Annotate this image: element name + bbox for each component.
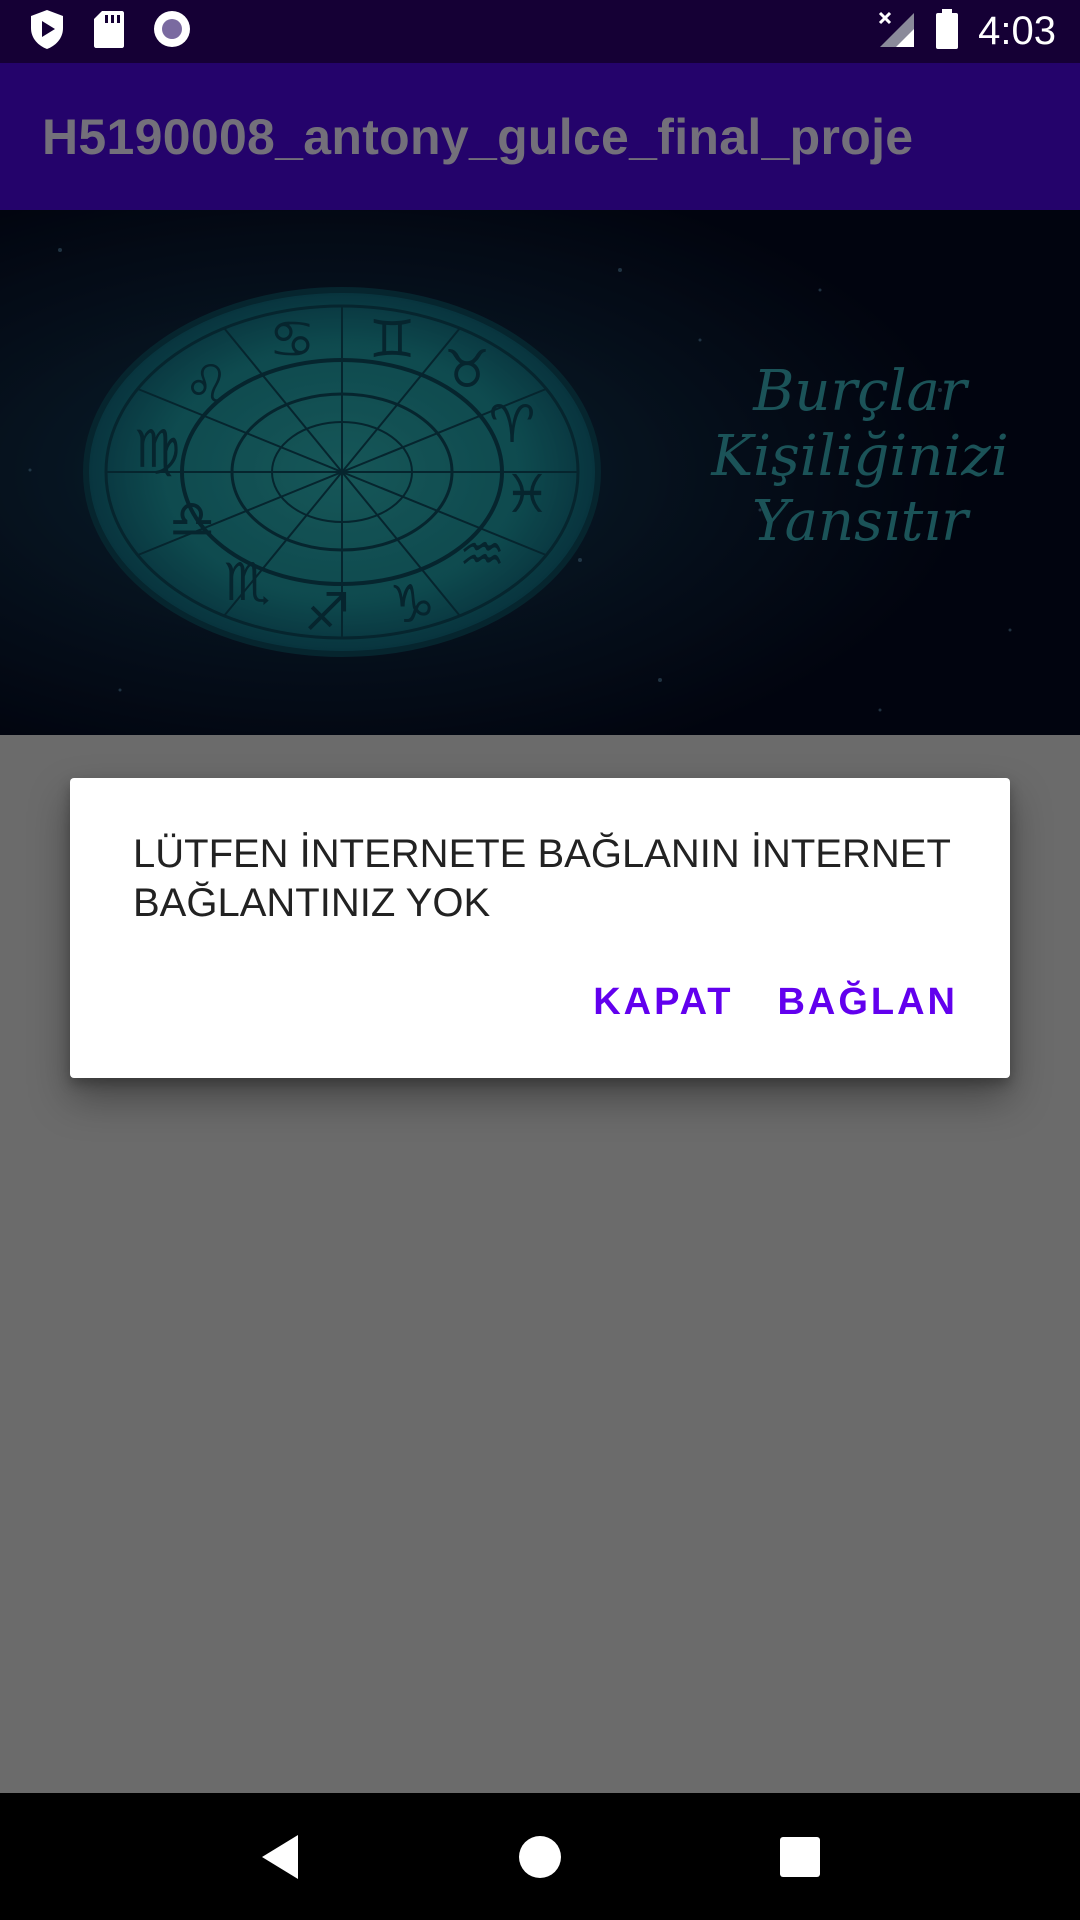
zodiac-banner-image: ♊ ♋ ♌ ♍ ♎ ♏ ♐ ♑ ♒ ♓ ♈ ♉ Burçlar Kişiliği… (0, 210, 1080, 735)
navigation-bar (0, 1793, 1080, 1920)
recents-icon[interactable] (750, 1807, 850, 1907)
no-signal-icon (876, 9, 916, 54)
status-left-icons (0, 8, 192, 55)
play-protect-icon (28, 8, 66, 55)
status-time: 4:03 (978, 9, 1056, 53)
dialog-message: LÜTFEN İNTERNETE BAĞLANIN İNTERNET BAĞLA… (133, 832, 951, 925)
record-icon (152, 9, 192, 54)
app-bar: H5190008_antony_gulce_final_proje (0, 63, 1080, 210)
home-icon[interactable] (490, 1807, 590, 1907)
connect-button[interactable]: BAĞLAN (777, 981, 958, 1024)
app-title: H5190008_antony_gulce_final_proje (42, 108, 914, 165)
sd-card-icon (92, 9, 126, 54)
dialog-actions: KAPAT BAĞLAN (593, 981, 958, 1024)
no-internet-dialog: LÜTFEN İNTERNETE BAĞLANIN İNTERNET BAĞLA… (70, 778, 1010, 1078)
status-bar: 4:03 (0, 0, 1080, 63)
battery-icon (934, 8, 960, 55)
status-right-icons: 4:03 (876, 8, 1080, 55)
back-icon[interactable] (230, 1807, 330, 1907)
close-button[interactable]: KAPAT (593, 981, 733, 1024)
screen: 4:03 H5190008_antony_gulce_final_proje L… (0, 0, 1080, 1920)
